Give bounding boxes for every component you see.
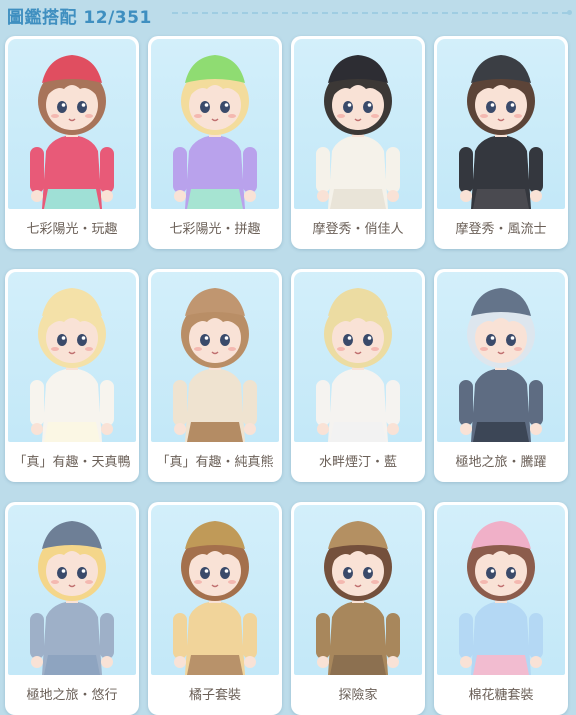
outfit-portrait: [151, 505, 279, 675]
outfit-portrait: [151, 39, 279, 209]
outfit-name: 棉花糖套裝: [468, 687, 534, 703]
outfit-portrait: [294, 39, 422, 209]
outfit-name: 摩登秀・風流士: [455, 221, 547, 237]
outfit-portrait: [437, 272, 565, 442]
outfit-name: 探險家: [338, 687, 378, 703]
outfit-card[interactable]: 探險家: [291, 502, 425, 715]
outfit-name: 「真」有趣・純真熊: [156, 454, 274, 470]
outfit-name: 七彩陽光・玩趣: [26, 221, 118, 237]
outfit-portrait: [8, 272, 136, 442]
outfit-card[interactable]: 水畔煙汀・藍: [291, 269, 425, 482]
outfit-portrait: [294, 505, 422, 675]
outfit-card[interactable]: 七彩陽光・玩趣: [5, 36, 139, 249]
outfit-name: 水畔煙汀・藍: [318, 454, 397, 470]
outfit-portrait: [294, 272, 422, 442]
outfit-card[interactable]: 極地之旅・騰躍: [434, 269, 568, 482]
outfit-grid: 七彩陽光・玩趣 七彩陽光・拼趣 摩登秀・俏佳人 摩登秀・風流士「真」有趣・天真鴨 「真」…: [0, 0, 576, 715]
outfit-name: 橘子套裝: [188, 687, 241, 703]
outfit-portrait: [8, 505, 136, 675]
outfit-portrait: [437, 39, 565, 209]
outfit-portrait: [437, 505, 565, 675]
outfit-card[interactable]: 「真」有趣・純真熊: [148, 269, 282, 482]
outfit-name: 極地之旅・騰躍: [455, 454, 547, 470]
outfit-card[interactable]: 橘子套裝: [148, 502, 282, 715]
outfit-card[interactable]: 極地之旅・悠行: [5, 502, 139, 715]
outfit-card[interactable]: 摩登秀・風流士: [434, 36, 568, 249]
outfit-name: 「真」有趣・天真鴨: [13, 454, 131, 470]
outfit-card[interactable]: 「真」有趣・天真鴨: [5, 269, 139, 482]
outfit-card[interactable]: 摩登秀・俏佳人: [291, 36, 425, 249]
outfit-portrait: [151, 272, 279, 442]
outfit-card[interactable]: 七彩陽光・拼趣: [148, 36, 282, 249]
outfit-name: 摩登秀・俏佳人: [312, 221, 404, 237]
outfit-portrait: [8, 39, 136, 209]
outfit-card[interactable]: 棉花糖套裝: [434, 502, 568, 715]
outfit-name: 極地之旅・悠行: [26, 687, 118, 703]
outfit-name: 七彩陽光・拼趣: [169, 221, 261, 237]
